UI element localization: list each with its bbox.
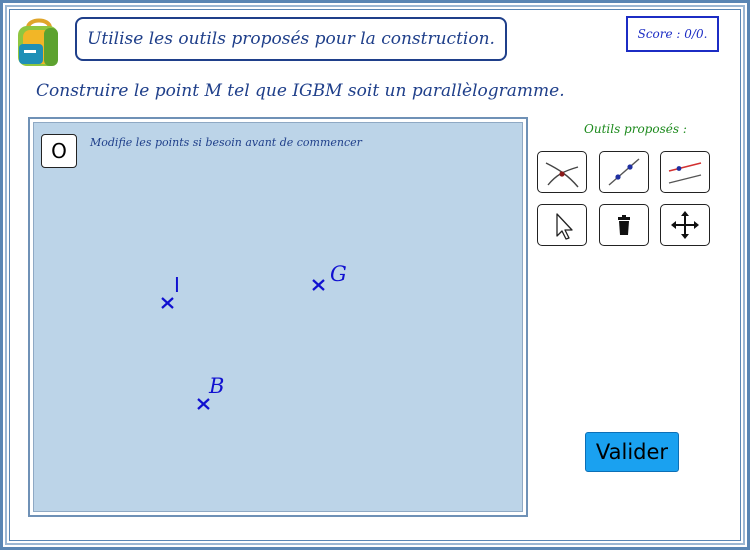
reset-origin-button[interactable]: O	[41, 134, 77, 168]
line-tool-button[interactable]	[599, 151, 649, 193]
parallel-tool-button[interactable]	[660, 151, 710, 193]
move-tool-button[interactable]	[660, 204, 710, 246]
geometry-canvas[interactable]	[33, 122, 523, 512]
backpack-icon	[18, 18, 58, 66]
point-i-label: I	[174, 273, 180, 297]
validate-button[interactable]: Valider	[585, 432, 679, 472]
score-text: Score : 0/0.	[637, 27, 708, 41]
tools-title: Outils proposés :	[584, 122, 687, 136]
move-icon	[671, 211, 699, 239]
point-b-label: B	[208, 374, 224, 398]
canvas-hint: Modifie les points si besoin avant de co…	[90, 136, 362, 149]
pointer-icon	[556, 213, 573, 240]
point-g-label: G	[330, 262, 347, 286]
intersection-icon	[545, 162, 579, 188]
instruction-text: Utilise les outils proposés pour la cons…	[87, 29, 495, 49]
line-through-points-icon	[608, 158, 640, 186]
task-statement: Construire le point M tel que IGBM soit …	[36, 81, 565, 101]
score-box: Score : 0/0.	[626, 16, 719, 52]
intersection-tool-button[interactable]	[537, 151, 587, 193]
parallel-line-icon	[668, 162, 702, 184]
instruction-box: Utilise les outils proposés pour la cons…	[75, 17, 507, 61]
delete-tool-button[interactable]	[599, 204, 649, 246]
trash-icon	[618, 215, 630, 235]
pointer-tool-button[interactable]	[537, 204, 587, 246]
